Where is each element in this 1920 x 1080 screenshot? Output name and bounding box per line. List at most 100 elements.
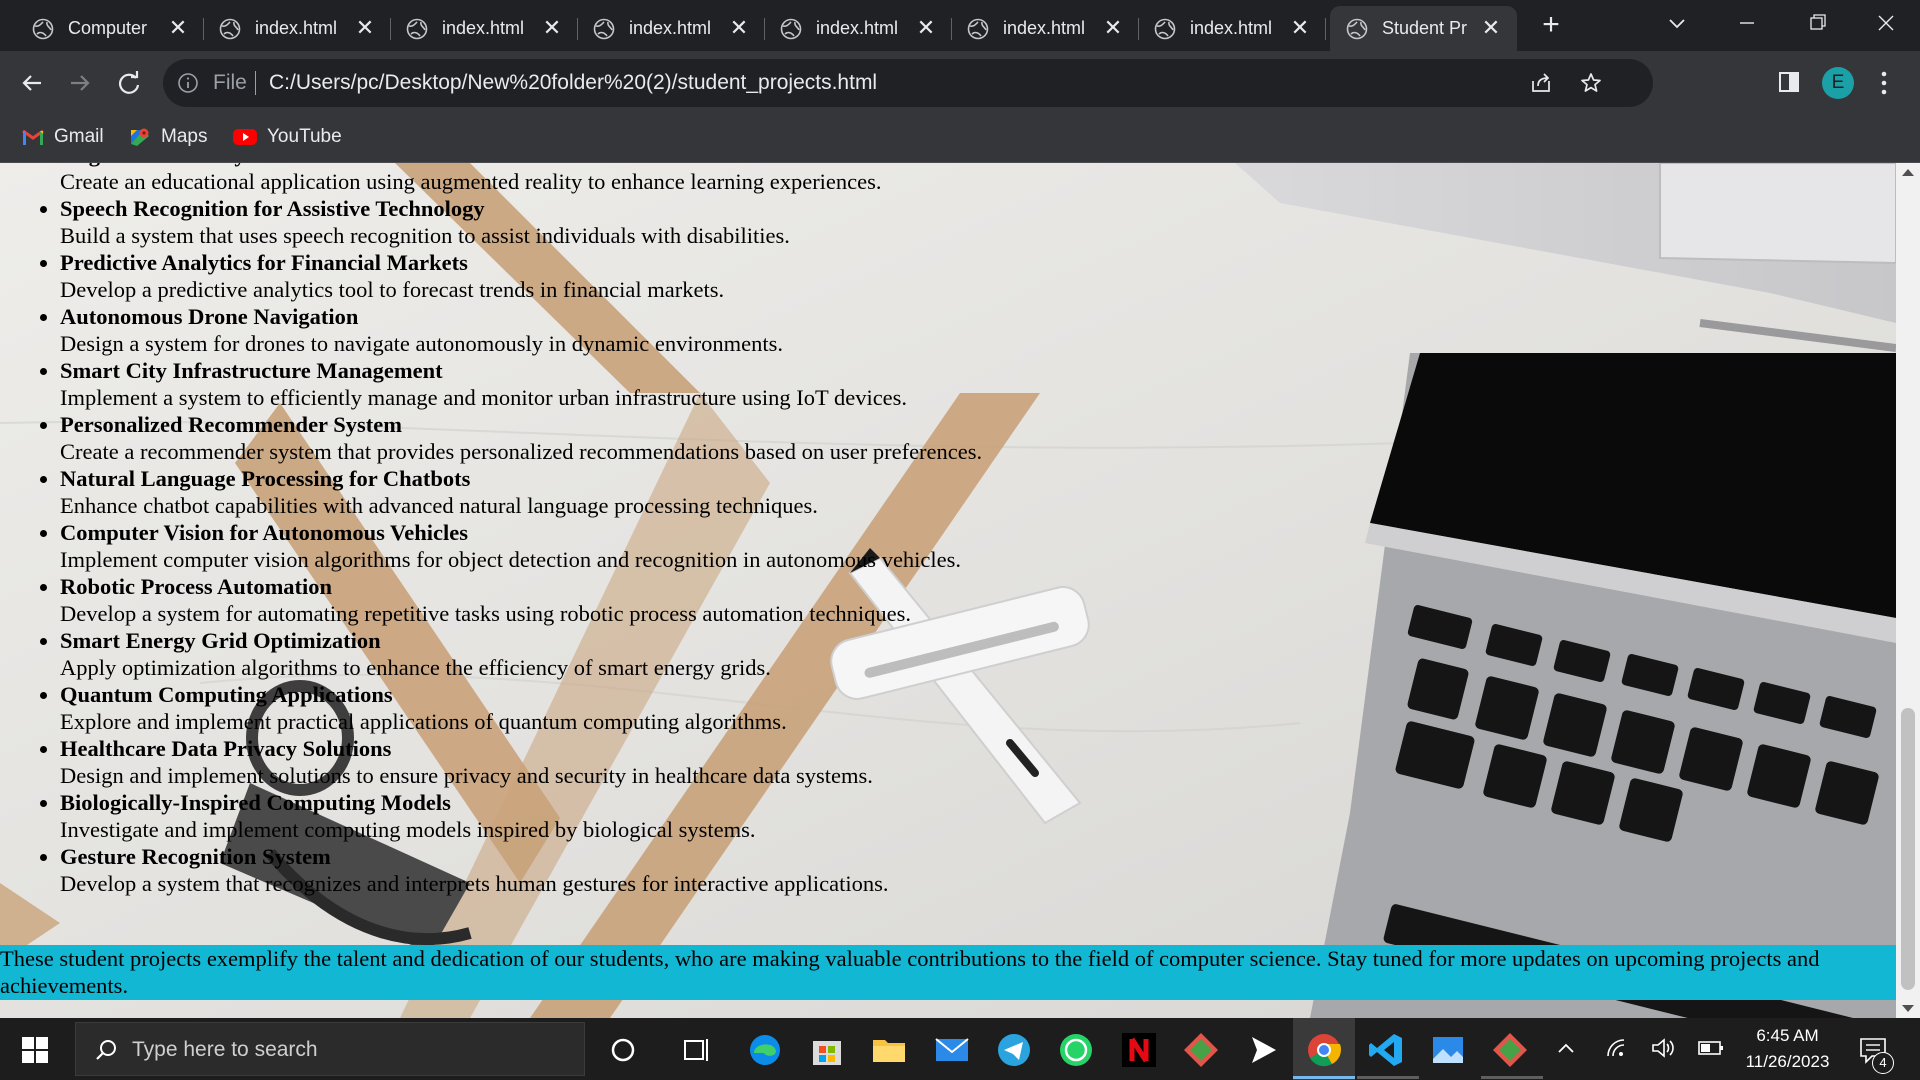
scrollbar-thumb[interactable] bbox=[1901, 708, 1915, 990]
profile-avatar[interactable]: E bbox=[1822, 67, 1854, 99]
project-item: Predictive Analytics for Financial Marke… bbox=[60, 249, 982, 303]
kebab-menu-icon[interactable] bbox=[1880, 70, 1888, 96]
new-tab-button[interactable]: + bbox=[1534, 10, 1568, 40]
clock-time[interactable]: 6:45 AM bbox=[1730, 1026, 1845, 1046]
page-viewport: Augmented Reality for EducationCreate an… bbox=[0, 163, 1896, 1018]
tab-active[interactable]: Student Pr ✕ bbox=[1330, 6, 1517, 51]
volume-icon[interactable] bbox=[1651, 1037, 1675, 1059]
photos-icon[interactable] bbox=[1429, 1031, 1467, 1069]
chrome-running-indicator bbox=[1293, 1076, 1355, 1079]
tab[interactable]: index.html ✕ bbox=[951, 6, 1139, 51]
tab[interactable]: index.html ✕ bbox=[203, 6, 391, 51]
omnibox-divider bbox=[255, 71, 256, 95]
tab-title: index.html bbox=[629, 18, 712, 38]
tab-close-icon[interactable]: ✕ bbox=[540, 15, 564, 41]
bookmark-star-icon[interactable] bbox=[1579, 71, 1603, 95]
project-title: Healthcare Data Privacy Solutions bbox=[60, 736, 392, 761]
reload-icon[interactable] bbox=[114, 68, 144, 98]
globe-icon bbox=[1154, 18, 1176, 39]
project-item: Smart City Infrastructure ManagementImpl… bbox=[60, 357, 982, 411]
mail-icon[interactable] bbox=[933, 1031, 971, 1069]
project-item: Quantum Computing ApplicationsExplore an… bbox=[60, 681, 982, 735]
project-item: Personalized Recommender SystemCreate a … bbox=[60, 411, 982, 465]
tab[interactable]: index.html ✕ bbox=[764, 6, 952, 51]
file-explorer-icon[interactable] bbox=[870, 1031, 908, 1069]
forward-icon[interactable] bbox=[65, 68, 95, 98]
bookmarks-bar: Gmail Maps YouTube bbox=[0, 115, 1920, 163]
windows-start-icon[interactable] bbox=[22, 1037, 48, 1063]
url-text[interactable]: C:/Users/pc/Desktop/New%20folder%20(2)/s… bbox=[269, 71, 877, 95]
tab-strip: Computer ✕ index.html ✕ index.html ✕ index.htm… bbox=[0, 0, 1920, 51]
back-icon[interactable] bbox=[17, 68, 47, 98]
share-icon[interactable] bbox=[1529, 71, 1553, 95]
microsoft-store-icon[interactable] bbox=[808, 1031, 846, 1069]
git-kraken-icon-2[interactable] bbox=[1491, 1031, 1529, 1069]
telegram-icon[interactable] bbox=[995, 1031, 1033, 1069]
address-bar[interactable]: File C:/Users/pc/Desktop/New%20folder%20… bbox=[163, 59, 1653, 107]
tab[interactable]: index.html ✕ bbox=[390, 6, 578, 51]
search-icon bbox=[96, 1040, 116, 1060]
project-description: Enhance chatbot capabilities with advanc… bbox=[60, 493, 818, 518]
media-player-icon[interactable] bbox=[1244, 1031, 1282, 1069]
project-item: Robotic Process AutomationDevelop a syst… bbox=[60, 573, 982, 627]
chrome-icon[interactable] bbox=[1305, 1031, 1343, 1069]
whatsapp-icon[interactable] bbox=[1057, 1031, 1095, 1069]
maps-icon bbox=[131, 128, 149, 146]
project-description: Develop a system for automating repetiti… bbox=[60, 601, 912, 626]
tab-close-icon[interactable]: ✕ bbox=[1479, 15, 1503, 41]
tab[interactable]: index.html ✕ bbox=[577, 6, 765, 51]
project-item: Biologically-Inspired Computing ModelsIn… bbox=[60, 789, 982, 843]
cortana-icon[interactable] bbox=[604, 1031, 642, 1069]
project-title: Computer Vision for Autonomous Vehicles bbox=[60, 520, 468, 545]
clock-date[interactable]: 11/26/2023 bbox=[1730, 1052, 1845, 1072]
netflix-icon[interactable] bbox=[1120, 1031, 1158, 1069]
project-title: Smart City Infrastructure Management bbox=[60, 358, 443, 383]
tab-close-icon[interactable]: ✕ bbox=[914, 15, 938, 41]
project-title: Personalized Recommender System bbox=[60, 412, 403, 437]
tab-close-icon[interactable]: ✕ bbox=[166, 15, 190, 41]
globe-icon bbox=[1346, 18, 1368, 39]
tab-title: index.html bbox=[255, 18, 338, 38]
scroll-up-arrow-icon[interactable] bbox=[1902, 169, 1914, 176]
close-window-icon[interactable] bbox=[1866, 8, 1906, 38]
minimize-icon[interactable] bbox=[1727, 8, 1767, 38]
tray-chevron-up-icon[interactable] bbox=[1556, 1040, 1576, 1056]
project-item: Natural Language Processing for Chatbots… bbox=[60, 465, 982, 519]
tab-close-icon[interactable]: ✕ bbox=[727, 15, 751, 41]
tab-close-icon[interactable]: ✕ bbox=[1101, 15, 1125, 41]
vscode-icon[interactable] bbox=[1367, 1031, 1405, 1069]
project-item: Gesture Recognition SystemDevelop a syst… bbox=[60, 843, 982, 897]
tab[interactable]: index.html ✕ bbox=[1138, 6, 1326, 51]
task-view-icon[interactable] bbox=[677, 1031, 715, 1069]
page-scrollbar[interactable] bbox=[1896, 163, 1920, 1018]
tab-close-icon[interactable]: ✕ bbox=[353, 15, 377, 41]
project-item: Augmented Reality for EducationCreate an… bbox=[60, 163, 982, 195]
project-item: Smart Energy Grid OptimizationApply opti… bbox=[60, 627, 982, 681]
edge-icon[interactable] bbox=[746, 1031, 784, 1069]
git-running-indicator bbox=[1481, 1076, 1543, 1079]
tab[interactable]: Computer ✕ bbox=[16, 6, 204, 51]
git-kraken-icon[interactable] bbox=[1182, 1031, 1220, 1069]
project-title: Biologically-Inspired Computing Models bbox=[60, 790, 451, 815]
tab-search-chevron-icon[interactable] bbox=[1665, 12, 1689, 36]
project-description: Implement computer vision algorithms for… bbox=[60, 547, 962, 572]
bookmark-youtube[interactable]: YouTube bbox=[233, 126, 342, 148]
globe-icon bbox=[780, 18, 802, 39]
restore-icon[interactable] bbox=[1797, 8, 1837, 38]
network-icon[interactable] bbox=[1605, 1037, 1627, 1059]
project-description: Create an educational application using … bbox=[60, 169, 882, 194]
windows-taskbar: Type here to search 6:45 AM 11/26/2023 4 bbox=[0, 1018, 1920, 1080]
tab-title: Computer bbox=[68, 18, 148, 38]
bookmark-maps[interactable]: Maps bbox=[129, 126, 207, 148]
bookmark-gmail[interactable]: Gmail bbox=[22, 126, 104, 148]
project-title: Quantum Computing Applications bbox=[60, 682, 393, 707]
taskbar-search-box[interactable]: Type here to search bbox=[75, 1022, 585, 1076]
tab-close-icon[interactable]: ✕ bbox=[1288, 15, 1312, 41]
project-description: Investigate and implement computing mode… bbox=[60, 817, 756, 842]
globe-icon bbox=[219, 18, 241, 39]
site-info-icon[interactable] bbox=[177, 72, 199, 94]
project-title: Autonomous Drone Navigation bbox=[60, 304, 359, 329]
side-panel-icon[interactable] bbox=[1778, 71, 1800, 93]
battery-icon[interactable] bbox=[1698, 1040, 1724, 1056]
scroll-down-arrow-icon[interactable] bbox=[1902, 1005, 1914, 1012]
